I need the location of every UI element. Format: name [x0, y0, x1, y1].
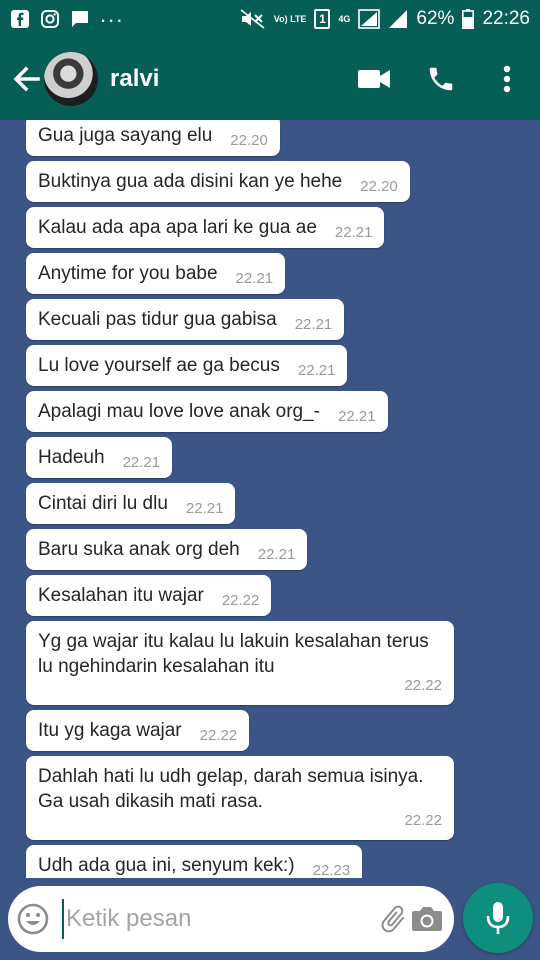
chat-header: ralvi	[0, 38, 540, 120]
camera-button[interactable]	[410, 894, 444, 944]
sim-indicator: 1	[314, 9, 331, 29]
contact-name[interactable]: ralvi	[110, 65, 159, 93]
message-text: Baru suka anak org deh	[38, 539, 240, 560]
message-time: 22.21	[122, 454, 161, 471]
chat-icon	[70, 9, 90, 29]
message-column: Gua juga sayang elu 22.20 Buktinya gua ada…	[26, 120, 466, 878]
message-text: Yg ga wajar itu kalau lu lakuin kesalaha…	[38, 631, 429, 677]
message-text: Kecuali pas tidur gua gabisa	[38, 309, 277, 330]
message-time: 22.20	[360, 178, 398, 195]
emoji-icon	[17, 903, 49, 935]
message-bubble[interactable]: Gua juga sayang elu 22.20	[26, 120, 280, 156]
message-text: Kesalahan itu wajar	[38, 585, 204, 606]
message-bubble[interactable]: Kalau ada apa apa lari ke gua ae 22.21	[26, 207, 385, 248]
message-text: Kalau ada apa apa lari ke gua ae	[38, 217, 317, 238]
message-bubble[interactable]: Lu love yourself ae ga becus 22.21	[26, 345, 348, 386]
compose-box	[8, 886, 454, 952]
mic-icon	[486, 902, 510, 934]
message-bubble[interactable]: Dahlah hati lu udh gelap, darah semua is…	[26, 756, 454, 840]
message-time: 22.21	[338, 408, 376, 425]
signal-icon	[358, 9, 381, 29]
status-bar: ... Vo) LTE 1 4G 62% 22:26	[0, 0, 540, 38]
message-time: 22.21	[257, 546, 296, 563]
more-options-button[interactable]	[474, 49, 540, 109]
message-bubble[interactable]: Apalagi mau love love anak org_- 22.21	[26, 391, 388, 432]
voice-call-button[interactable]	[408, 49, 474, 109]
status-left: ...	[10, 4, 124, 29]
message-text: Apalagi mau love love anak org_-	[38, 401, 321, 422]
volte-label: Vo) LTE	[273, 13, 307, 24]
emoji-button[interactable]	[16, 894, 50, 944]
message-bubble[interactable]: Baru suka anak org deh 22.21	[26, 529, 308, 570]
header-actions	[342, 49, 540, 109]
message-text: Anytime for you babe	[38, 263, 218, 284]
battery-percent: 62%	[416, 8, 455, 29]
message-time: 22.20	[230, 132, 268, 149]
message-bubble[interactable]: Itu yg kaga wajar 22.22	[26, 710, 250, 751]
message-time: 22.22	[199, 727, 238, 744]
message-text: Itu yg kaga wajar	[38, 720, 182, 741]
battery-icon	[462, 9, 475, 29]
message-bubble[interactable]: Udh ada gua ini, senyum kek:) 22.23	[26, 845, 363, 878]
message-time: 22.21	[334, 224, 373, 241]
status-dots: ...	[100, 2, 125, 27]
back-button[interactable]	[4, 57, 48, 101]
network-type: 4G	[338, 14, 351, 24]
message-time: 22.21	[294, 316, 333, 333]
message-bubble[interactable]: Kesalahan itu wajar 22.22	[26, 575, 272, 616]
message-text: Cintai diri lu dlu	[38, 493, 168, 514]
voice-message-button[interactable]	[463, 883, 533, 953]
attach-icon	[381, 905, 405, 933]
status-right: Vo) LTE 1 4G 62% 22:26	[240, 8, 530, 30]
message-time: 22.22	[404, 677, 442, 694]
facebook-icon	[10, 9, 30, 29]
instagram-icon	[40, 9, 60, 29]
clock: 22:26	[482, 8, 530, 29]
message-bubble[interactable]: Cintai diri lu dlu 22.21	[26, 483, 236, 524]
video-call-button[interactable]	[342, 49, 408, 109]
more-vert-icon	[503, 65, 511, 93]
message-time: 22.21	[185, 500, 224, 517]
message-list[interactable]: Gua juga sayang elu 22.20 Buktinya gua ada…	[0, 120, 540, 878]
camera-icon	[412, 907, 442, 931]
message-bubble[interactable]: Buktinya gua ada disini kan ye hehe 22.20	[26, 161, 410, 202]
compose-area	[0, 878, 540, 960]
message-bubble[interactable]: Yg ga wajar itu kalau lu lakuin kesalaha…	[26, 621, 454, 705]
mute-icon	[240, 9, 266, 29]
message-time: 22.22	[404, 812, 442, 829]
message-bubble[interactable]: Kecuali pas tidur gua gabisa 22.21	[26, 299, 345, 340]
back-arrow-icon	[13, 66, 40, 92]
message-text: Buktinya gua ada disini kan ye hehe	[38, 171, 343, 192]
message-text: Lu love yourself ae ga becus	[38, 355, 280, 376]
message-bubble[interactable]: Hadeuh 22.21	[26, 437, 173, 478]
message-text: Udh ada gua ini, senyum kek:)	[38, 855, 295, 876]
message-time: 22.23	[312, 862, 351, 878]
message-bubble[interactable]: Anytime for you babe 22.21	[26, 253, 286, 294]
attach-button[interactable]	[376, 894, 410, 944]
video-call-icon	[358, 70, 390, 88]
message-input[interactable]	[62, 899, 376, 939]
signal-icon-2	[388, 9, 408, 29]
phone-icon	[429, 67, 453, 91]
message-time: 22.22	[221, 592, 260, 609]
message-time: 22.21	[297, 362, 336, 379]
message-text: Hadeuh	[38, 447, 105, 468]
avatar[interactable]	[44, 52, 98, 106]
message-text: Gua juga sayang elu	[38, 125, 213, 146]
message-text: Dahlah hati lu udh gelap, darah semua is…	[38, 766, 424, 812]
message-time: 22.21	[235, 270, 274, 287]
